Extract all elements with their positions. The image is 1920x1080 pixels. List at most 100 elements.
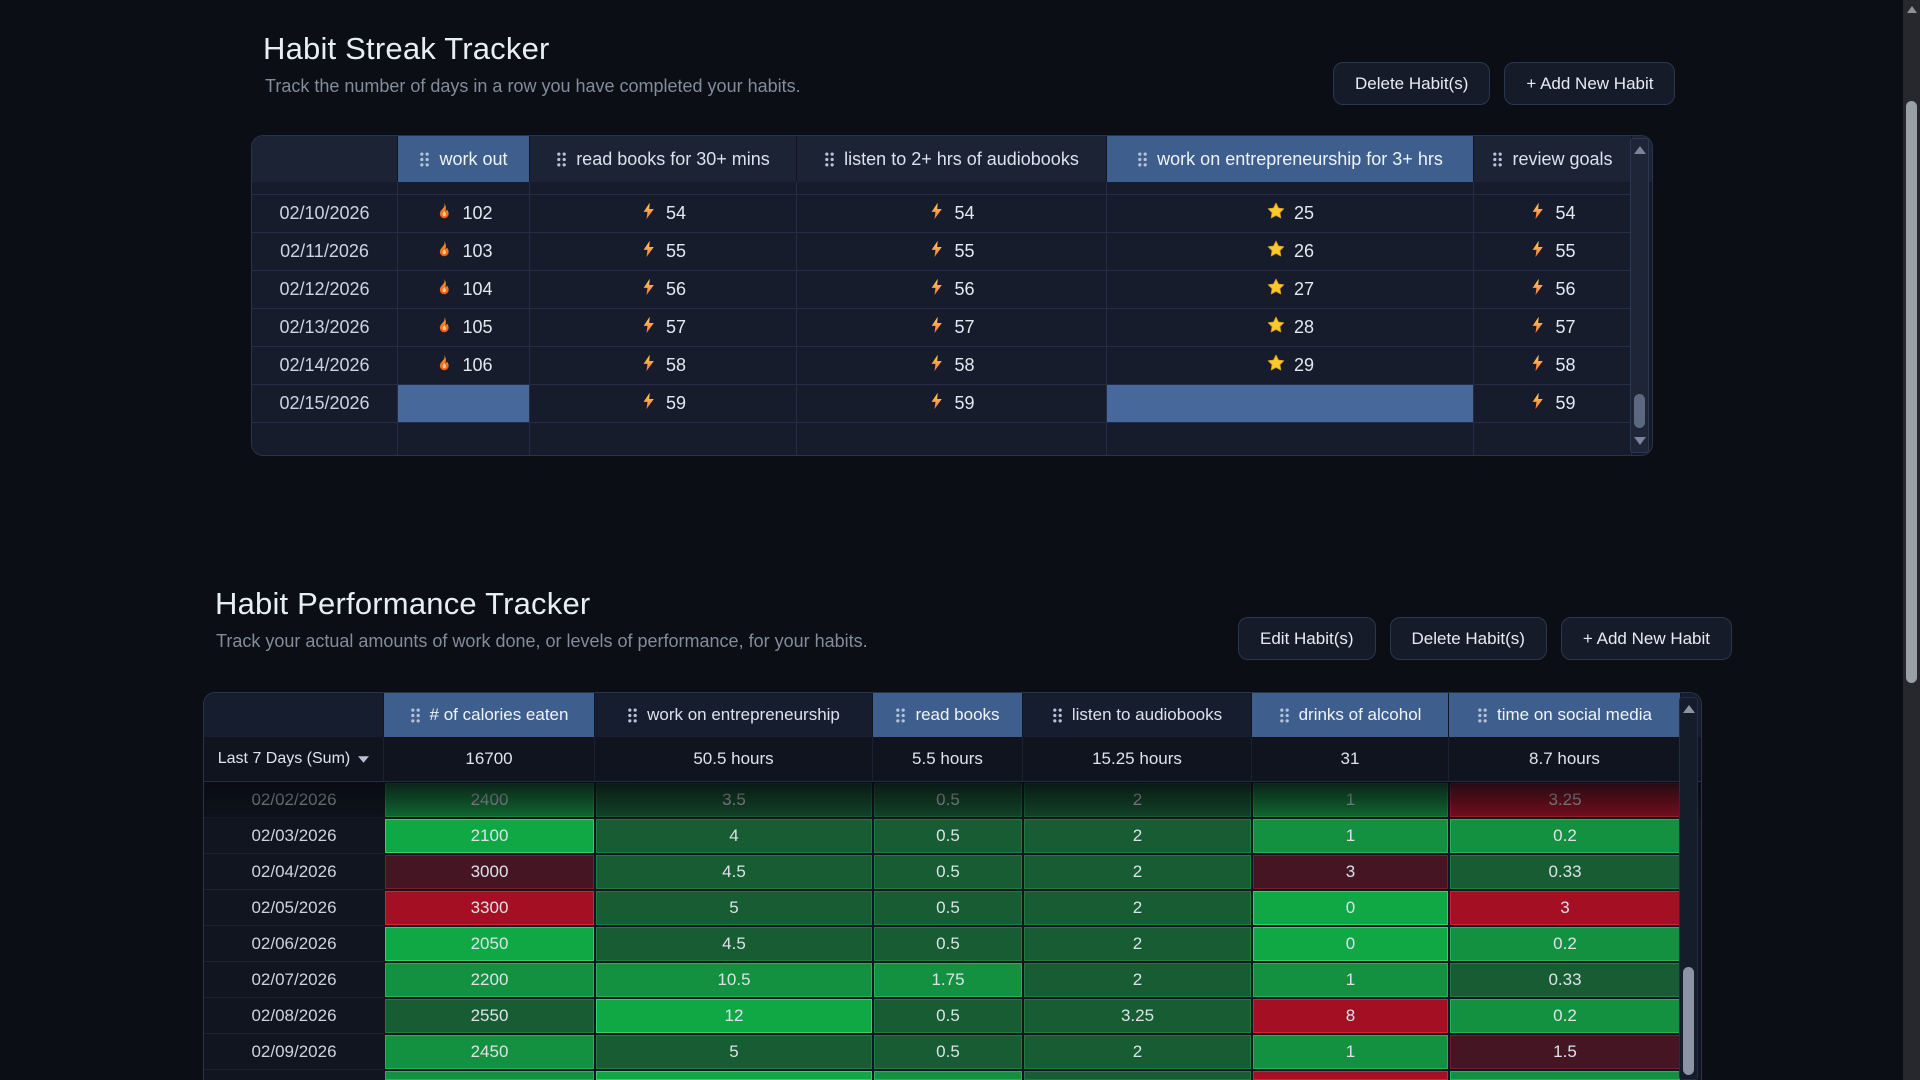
- scroll-up-icon[interactable]: [1634, 146, 1646, 154]
- performance-cell[interactable]: 1.75: [873, 962, 1023, 998]
- performance-cell[interactable]: 3.25: [1023, 998, 1252, 1034]
- performance-cell[interactable]: 0.5: [873, 998, 1023, 1034]
- streak-cell[interactable]: 56: [530, 270, 797, 308]
- streak-cell[interactable]: 105: [398, 308, 530, 346]
- performance-column-header-drinks-of-alcohol[interactable]: drinks of alcohol: [1252, 693, 1449, 737]
- performance-cell[interactable]: [873, 1070, 1023, 1080]
- performance-cell[interactable]: 0: [1252, 890, 1449, 926]
- drag-handle-icon[interactable]: [1279, 708, 1290, 723]
- streak-cell[interactable]: 58: [797, 346, 1107, 384]
- performance-cell[interactable]: [1023, 1070, 1252, 1080]
- performance-column-header-work-on-entrepreneurship[interactable]: work on entrepreneurship: [595, 693, 873, 737]
- page-scrollbar-thumb[interactable]: [1906, 101, 1917, 683]
- selected-cell[interactable]: [398, 384, 530, 422]
- streak-cell[interactable]: 102: [398, 194, 530, 232]
- performance-cell[interactable]: 3: [1252, 854, 1449, 890]
- streak-cell[interactable]: 56: [797, 270, 1107, 308]
- performance-cell[interactable]: 12: [595, 998, 873, 1034]
- drag-handle-icon[interactable]: [410, 708, 421, 723]
- streak-cell[interactable]: 59: [1474, 384, 1632, 422]
- performance-cell[interactable]: [384, 1070, 595, 1080]
- performance-cell[interactable]: 2: [1023, 926, 1252, 962]
- performance-add-new-habit-button[interactable]: + Add New Habit: [1561, 617, 1732, 660]
- drag-handle-icon[interactable]: [1492, 152, 1503, 167]
- streak-cell[interactable]: 57: [797, 308, 1107, 346]
- streak-column-header-listen-to-2-hrs-of-audiobooks[interactable]: listen to 2+ hrs of audiobooks: [797, 136, 1107, 182]
- streak-cell[interactable]: 55: [797, 232, 1107, 270]
- streak-cell[interactable]: 59: [797, 384, 1107, 422]
- performance-column-header-of-calories-eaten[interactable]: # of calories eaten: [384, 693, 595, 737]
- streak-cell[interactable]: 57: [530, 308, 797, 346]
- streak-cell[interactable]: 58: [530, 346, 797, 384]
- streak-cell[interactable]: 56: [1474, 270, 1632, 308]
- drag-handle-icon[interactable]: [895, 708, 906, 723]
- performance-cell[interactable]: 0.2: [1449, 818, 1681, 854]
- streak-column-header-review-goals[interactable]: review goals: [1474, 136, 1632, 182]
- performance-cell[interactable]: 1: [1252, 818, 1449, 854]
- streak-cell[interactable]: 26: [1107, 232, 1474, 270]
- streak-cell[interactable]: 104: [398, 270, 530, 308]
- performance-cell[interactable]: 2: [1023, 818, 1252, 854]
- performance-cell[interactable]: 4.5: [595, 926, 873, 962]
- drag-handle-icon[interactable]: [627, 708, 638, 723]
- drag-handle-icon[interactable]: [556, 152, 567, 167]
- streak-cell[interactable]: 29: [1107, 346, 1474, 384]
- performance-cell[interactable]: 0: [1252, 926, 1449, 962]
- performance-cell[interactable]: 2450: [384, 1034, 595, 1070]
- performance-cell[interactable]: 0.33: [1449, 854, 1681, 890]
- drag-handle-icon[interactable]: [1137, 152, 1148, 167]
- streak-cell[interactable]: 27: [1107, 270, 1474, 308]
- streak-cell[interactable]: 54: [1474, 194, 1632, 232]
- performance-cell[interactable]: 0.2: [1449, 926, 1681, 962]
- streak-cell[interactable]: 28: [1107, 308, 1474, 346]
- streak-column-header-work-out[interactable]: work out: [398, 136, 530, 182]
- scroll-up-icon[interactable]: [1683, 705, 1695, 713]
- performance-cell[interactable]: 0.5: [873, 818, 1023, 854]
- performance-cell[interactable]: 3: [1449, 890, 1681, 926]
- performance-cell[interactable]: 2: [1023, 1034, 1252, 1070]
- performance-cell[interactable]: 2200: [384, 962, 595, 998]
- performance-cell[interactable]: 2100: [384, 818, 595, 854]
- performance-column-header-time-on-social-media[interactable]: time on social media: [1449, 693, 1681, 737]
- performance-cell[interactable]: 0.5: [873, 890, 1023, 926]
- streak-cell[interactable]: 106: [398, 346, 530, 384]
- performance-cell[interactable]: 1: [1252, 1034, 1449, 1070]
- performance-cell[interactable]: 2050: [384, 926, 595, 962]
- streak-table-scrollbar[interactable]: [1630, 138, 1649, 453]
- performance-edit-habits-button[interactable]: Edit Habit(s): [1238, 617, 1376, 660]
- performance-cell[interactable]: 8: [1252, 998, 1449, 1034]
- performance-cell[interactable]: 10.5: [595, 962, 873, 998]
- drag-handle-icon[interactable]: [824, 152, 835, 167]
- summary-range-dropdown[interactable]: Last 7 Days (Sum): [204, 737, 384, 781]
- performance-cell[interactable]: 3000: [384, 854, 595, 890]
- selected-cell[interactable]: [1107, 384, 1474, 422]
- scroll-up-icon[interactable]: [1907, 6, 1917, 13]
- streak-column-header-work-on-entrepreneurship-for-3-hrs[interactable]: work on entrepreneurship for 3+ hrs: [1107, 136, 1474, 182]
- performance-cell[interactable]: 2550: [384, 998, 595, 1034]
- drag-handle-icon[interactable]: [1052, 708, 1063, 723]
- drag-handle-icon[interactable]: [419, 152, 430, 167]
- performance-cell[interactable]: 2: [1023, 962, 1252, 998]
- performance-cell[interactable]: 0.2: [1449, 998, 1681, 1034]
- streak-cell[interactable]: 54: [530, 194, 797, 232]
- performance-cell[interactable]: 1: [1252, 782, 1449, 818]
- performance-cell[interactable]: 0.5: [873, 782, 1023, 818]
- streak-column-header-read-books-for-30-mins[interactable]: read books for 30+ mins: [530, 136, 797, 182]
- performance-cell[interactable]: 1.5: [1449, 1034, 1681, 1070]
- scroll-down-icon[interactable]: [1634, 437, 1646, 445]
- streak-cell[interactable]: 58: [1474, 346, 1632, 384]
- streak-cell[interactable]: 25: [1107, 194, 1474, 232]
- performance-cell[interactable]: 3300: [384, 890, 595, 926]
- performance-cell[interactable]: [1449, 1070, 1681, 1080]
- performance-cell[interactable]: 2: [1023, 782, 1252, 818]
- performance-cell[interactable]: 4.5: [595, 854, 873, 890]
- streak-delete-habits-button[interactable]: Delete Habit(s): [1333, 62, 1490, 105]
- performance-cell[interactable]: 0.5: [873, 854, 1023, 890]
- performance-column-header-listen-to-audiobooks[interactable]: listen to audiobooks: [1023, 693, 1252, 737]
- performance-cell[interactable]: 0.5: [873, 926, 1023, 962]
- streak-cell[interactable]: 103: [398, 232, 530, 270]
- streak-cell[interactable]: 59: [530, 384, 797, 422]
- performance-cell[interactable]: 5: [595, 890, 873, 926]
- performance-cell[interactable]: [1252, 1070, 1449, 1080]
- page-scrollbar[interactable]: [1903, 0, 1920, 1080]
